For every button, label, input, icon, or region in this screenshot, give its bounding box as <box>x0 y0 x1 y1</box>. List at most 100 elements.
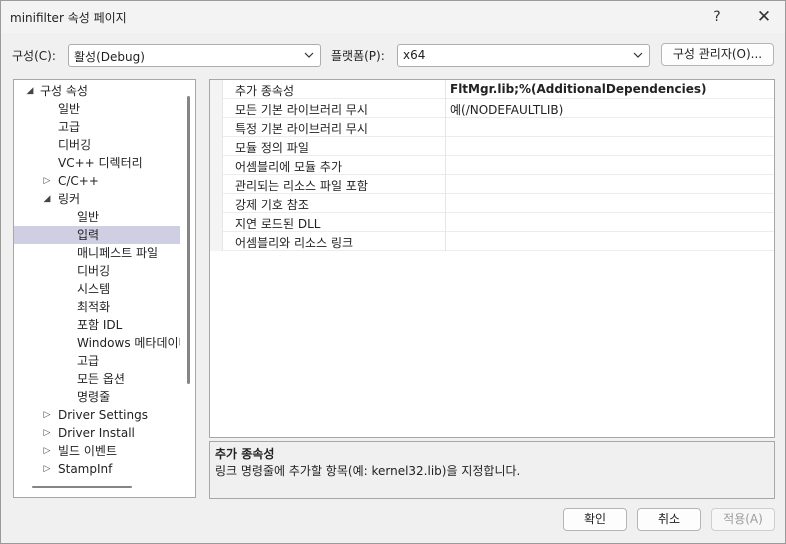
help-button[interactable]: ? <box>703 4 731 30</box>
property-value[interactable]: FltMgr.lib;%(AdditionalDependencies) <box>450 82 707 96</box>
row-gutter <box>210 175 223 194</box>
property-grid: 추가 종속성 FltMgr.lib;%(AdditionalDependencie… <box>209 79 775 438</box>
column-divider <box>445 232 446 251</box>
row-gutter <box>210 232 223 251</box>
dropdown-arrow-icon <box>304 52 314 58</box>
column-divider <box>445 213 446 232</box>
property-row[interactable]: 관리되는 리소스 파일 포함 <box>210 175 774 194</box>
property-row[interactable]: 어셈블리에 모듈 추가 <box>210 156 774 175</box>
row-gutter <box>210 137 223 156</box>
category-tree: ◢ 구성 속성 일반 고급 디버깅 VC++ 디렉터리 ▷ C/C++ ◢ 링커 일반 입력 매니페스트… <box>13 79 196 498</box>
tree-item[interactable]: ◢ 구성 속성 <box>14 82 180 100</box>
tree-item[interactable]: 고급 <box>14 352 180 370</box>
tree-item[interactable]: ▷ 빌드 이벤트 <box>14 442 180 460</box>
tree-item-label: 일반 <box>77 210 100 224</box>
tree-item-label: 빌드 이벤트 <box>58 444 118 458</box>
apply-button[interactable]: 적용(A) <box>711 508 775 531</box>
row-gutter <box>210 80 223 99</box>
config-combo[interactable]: 활성(Debug) <box>68 44 321 67</box>
property-row[interactable]: 특정 기본 라이브러리 무시 <box>210 118 774 137</box>
tree-item[interactable]: 일반 <box>14 100 180 118</box>
window-title: minifilter 속성 페이지 <box>10 11 127 25</box>
property-value[interactable]: 예(/NODEFAULTLIB) <box>450 101 563 118</box>
tree-item-label: 시스템 <box>77 282 111 296</box>
chevron-right-icon[interactable]: ▷ <box>42 406 52 424</box>
property-row[interactable]: 모든 기본 라이브러리 무시 예(/NODEFAULTLIB) <box>210 99 774 118</box>
tree-item-label: 디버깅 <box>77 264 111 278</box>
column-divider <box>445 175 446 194</box>
title-bar: minifilter 속성 페이지 ? ✕ <box>1 1 785 33</box>
column-divider <box>445 194 446 213</box>
property-row[interactable]: 모듈 정의 파일 <box>210 137 774 156</box>
tree-item[interactable]: VC++ 디렉터리 <box>14 154 180 172</box>
tree-item-label: 모든 옵션 <box>77 372 125 386</box>
platform-value: x64 <box>403 48 426 62</box>
tree-item[interactable]: 일반 <box>14 208 180 226</box>
description-panel: 추가 종속성 링크 명령줄에 추가할 항목(예: kernel32.lib)을 … <box>209 441 775 499</box>
tree-item-label: Driver Install <box>58 426 135 440</box>
tree-item[interactable]: ▷ Driver Install <box>14 424 180 442</box>
tree-item[interactable]: 입력 <box>14 226 180 244</box>
tree-item-label: 디버깅 <box>58 138 92 152</box>
tree-item-label: 고급 <box>77 354 100 368</box>
close-button[interactable]: ✕ <box>749 4 779 30</box>
chevron-right-icon[interactable]: ▷ <box>42 460 52 478</box>
config-label: 구성(C): <box>12 49 56 63</box>
tree-item-label: 일반 <box>58 102 81 116</box>
tree-item-label: C/C++ <box>58 174 99 188</box>
description-text: 링크 명령줄에 추가할 항목(예: kernel32.lib)을 지정합니다. <box>215 464 521 478</box>
property-row[interactable]: 어셈블리와 리소스 링크 <box>210 232 774 251</box>
tree-item[interactable]: 모든 옵션 <box>14 370 180 388</box>
platform-combo[interactable]: x64 <box>397 44 650 67</box>
platform-label: 플랫폼(P): <box>331 49 385 63</box>
tree-item[interactable]: 고급 <box>14 118 180 136</box>
tree-item[interactable]: ▷ Driver Settings <box>14 406 180 424</box>
tree-item[interactable]: 최적화 <box>14 298 180 316</box>
tree-horizontal-scrollbar[interactable] <box>32 486 132 488</box>
tree-vertical-scrollbar[interactable] <box>187 96 190 384</box>
cancel-button[interactable]: 취소 <box>637 508 701 531</box>
tree-item[interactable]: ▷ C/C++ <box>14 172 180 190</box>
property-name: 관리되는 리소스 파일 포함 <box>235 179 368 193</box>
property-pages-dialog: minifilter 속성 페이지 ? ✕ 구성(C): 활성(Debug) 플… <box>0 0 786 544</box>
chevron-down-icon[interactable]: ◢ <box>42 190 52 208</box>
column-divider <box>445 137 446 156</box>
property-row[interactable]: 추가 종속성 FltMgr.lib;%(AdditionalDependencie… <box>210 80 774 99</box>
tree-item[interactable]: 시스템 <box>14 280 180 298</box>
property-name: 어셈블리에 모듈 추가 <box>235 160 342 174</box>
property-name: 지연 로드된 DLL <box>235 217 321 231</box>
property-name: 강제 기호 참조 <box>235 198 309 212</box>
tree-item-label: 링커 <box>58 192 81 206</box>
chevron-right-icon[interactable]: ▷ <box>42 442 52 460</box>
description-title: 추가 종속성 <box>215 447 275 461</box>
row-gutter <box>210 99 223 118</box>
tree-item-label: 매니페스트 파일 <box>77 246 159 260</box>
row-gutter <box>210 156 223 175</box>
dropdown-arrow-icon <box>633 52 643 58</box>
tree-item[interactable]: 디버깅 <box>14 262 180 280</box>
row-gutter <box>210 118 223 137</box>
tree-item[interactable]: ◢ 링커 <box>14 190 180 208</box>
config-value: 활성(Debug) <box>74 50 145 64</box>
tree-item[interactable]: 디버깅 <box>14 136 180 154</box>
chevron-right-icon[interactable]: ▷ <box>42 172 52 190</box>
column-divider <box>445 156 446 175</box>
config-manager-button[interactable]: 구성 관리자(O)... <box>661 43 774 66</box>
property-row[interactable]: 지연 로드된 DLL <box>210 213 774 232</box>
chevron-right-icon[interactable]: ▷ <box>42 424 52 442</box>
ok-button[interactable]: 확인 <box>563 508 627 531</box>
tree-item-label: StampInf <box>58 462 113 476</box>
tree-item[interactable]: Windows 메타데이터 <box>14 334 180 352</box>
column-divider <box>445 118 446 137</box>
chevron-down-icon[interactable]: ◢ <box>25 82 35 100</box>
tree-item[interactable]: 포함 IDL <box>14 316 180 334</box>
property-row[interactable]: 강제 기호 참조 <box>210 194 774 213</box>
tree-item[interactable]: 매니페스트 파일 <box>14 244 180 262</box>
tree-item-label: Driver Settings <box>58 408 148 422</box>
tree-item-label: 최적화 <box>77 300 111 314</box>
tree-item-label: 구성 속성 <box>40 84 88 98</box>
tree-item-label: 입력 <box>77 228 100 242</box>
row-gutter <box>210 194 223 213</box>
tree-item[interactable]: ▷ StampInf <box>14 460 180 478</box>
tree-item[interactable]: 명령줄 <box>14 388 180 406</box>
